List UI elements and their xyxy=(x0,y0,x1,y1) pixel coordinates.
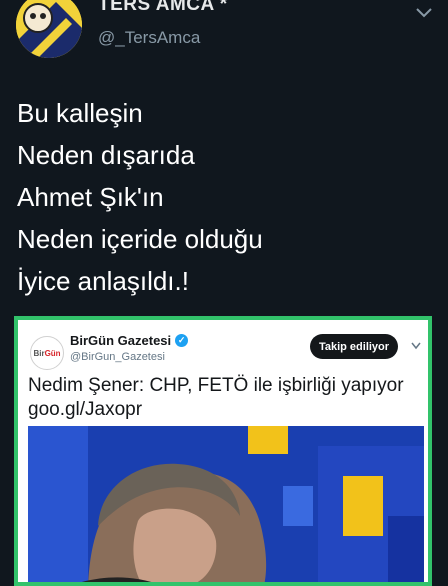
chevron-down-icon[interactable] xyxy=(414,6,434,20)
quoted-account-name-row[interactable]: BirGün Gazetesi ✓ xyxy=(70,333,189,348)
tweet-line: Neden dışarıda xyxy=(17,140,195,170)
quoted-avatar[interactable]: Bir Gün xyxy=(30,336,64,370)
verified-icon: ✓ xyxy=(175,334,189,347)
user-handle[interactable]: @_TersAmca xyxy=(98,28,200,48)
tweet-text: Bu kalleşin Neden dışarıda Ahmet Şık'ın … xyxy=(17,92,263,302)
following-button[interactable]: Takip ediliyor xyxy=(310,334,398,359)
quoted-avatar-text-accent: Gün xyxy=(44,348,61,358)
quoted-handle[interactable]: @BirGun_Gazetesi xyxy=(70,351,165,363)
quoted-tweet-screenshot[interactable]: Bir Gün BirGün Gazetesi ✓ @BirGun_Gazetes… xyxy=(14,316,432,586)
quoted-text: Nedim Şener: CHP, FETÖ ile işbirliği yap… xyxy=(28,374,404,422)
avatar[interactable] xyxy=(16,0,82,58)
quoted-link[interactable]: goo.gl/Jaxopr xyxy=(28,398,404,422)
quoted-account-name[interactable]: BirGün Gazetesi xyxy=(70,333,171,348)
tweet-line: Neden içeride olduğu xyxy=(17,224,263,254)
quoted-photo[interactable] xyxy=(28,426,424,582)
tweet-line: Ahmet Şık'ın xyxy=(17,182,164,212)
quoted-avatar-text: Bir xyxy=(33,348,45,358)
tweet-line: İyice anlaşıldı.! xyxy=(17,266,189,296)
display-name[interactable]: TERS AMCA * xyxy=(98,0,228,16)
quoted-headline: Nedim Şener: CHP, FETÖ ile işbirliği yap… xyxy=(28,375,404,396)
chevron-down-icon[interactable] xyxy=(411,342,421,350)
tweet-line: Bu kalleşin xyxy=(17,98,143,128)
